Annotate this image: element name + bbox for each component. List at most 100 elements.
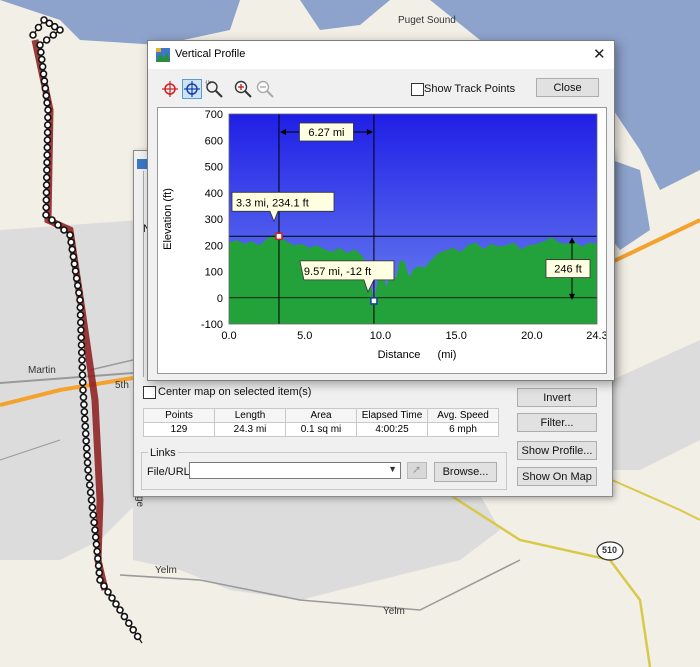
track-point[interactable] [76, 303, 85, 312]
track-point[interactable] [77, 348, 86, 357]
track-point[interactable] [76, 311, 85, 319]
track-point[interactable] [78, 363, 87, 372]
zoom-in-icon[interactable] [233, 79, 253, 99]
track-point[interactable] [90, 518, 98, 527]
track-point[interactable] [120, 612, 129, 621]
track-point[interactable] [77, 341, 86, 349]
track-point[interactable] [79, 386, 87, 394]
track-point[interactable] [37, 48, 45, 57]
track-point[interactable] [82, 444, 91, 452]
track-point[interactable] [40, 77, 49, 85]
track-point[interactable] [42, 196, 51, 204]
track-point[interactable] [43, 158, 51, 167]
track-point[interactable] [129, 625, 137, 634]
track-point[interactable] [36, 41, 44, 49]
track-point[interactable] [42, 91, 51, 100]
track-point[interactable] [42, 211, 50, 219]
track-point[interactable] [94, 554, 102, 563]
close-icon[interactable]: ✕ [593, 45, 606, 63]
track-point[interactable] [37, 55, 46, 64]
track-point[interactable] [91, 533, 100, 541]
browse-button[interactable]: Browse... [434, 462, 497, 482]
cursor-point-1[interactable] [275, 232, 283, 241]
track-point[interactable] [67, 238, 75, 247]
track-point[interactable] [73, 281, 82, 290]
track-point[interactable] [125, 619, 133, 628]
crosshair-blue-icon[interactable] [182, 79, 202, 99]
track-point[interactable] [43, 166, 51, 174]
track-point[interactable] [39, 70, 48, 78]
track-point[interactable] [69, 252, 78, 261]
track-point[interactable] [38, 62, 47, 71]
track-point[interactable] [86, 488, 95, 497]
file-url-input[interactable]: ▼ [189, 462, 401, 479]
track-point[interactable] [76, 296, 84, 304]
track-point[interactable] [34, 23, 43, 32]
track-point[interactable] [85, 481, 94, 489]
track-point[interactable] [93, 547, 101, 556]
track-point[interactable] [104, 588, 112, 596]
track-point[interactable] [41, 84, 50, 93]
track-point[interactable] [78, 356, 86, 364]
track-point[interactable] [80, 400, 88, 409]
track-point[interactable] [42, 173, 51, 182]
track-point[interactable] [89, 511, 98, 519]
track-point[interactable] [42, 188, 51, 197]
zoom-area-icon[interactable] [204, 79, 224, 99]
track-point[interactable] [44, 106, 52, 114]
track-point[interactable] [78, 378, 87, 387]
track-point[interactable] [75, 288, 83, 297]
track-point[interactable] [79, 393, 88, 402]
track-point[interactable] [76, 318, 85, 327]
track-point[interactable] [56, 26, 64, 34]
cursor-point-2[interactable] [370, 297, 378, 305]
track-point[interactable] [42, 181, 51, 189]
track-point[interactable] [95, 569, 104, 577]
track-point[interactable] [80, 408, 89, 416]
track-point[interactable] [42, 203, 50, 212]
show-profile-button[interactable]: Show Profile... [517, 441, 597, 460]
track-point[interactable] [108, 594, 116, 602]
track-point[interactable] [60, 226, 68, 234]
track-point[interactable] [83, 458, 92, 467]
track-point[interactable] [43, 121, 52, 129]
track-point[interactable] [77, 333, 86, 342]
track-point[interactable] [83, 451, 91, 460]
profile-chart-svg[interactable]: 700 600 500 400 300 200 100 0 -1000.0 5.0 10.0 15.0… [158, 108, 606, 373]
zoom-out-icon[interactable] [255, 79, 275, 99]
track-point[interactable] [78, 371, 87, 379]
invert-button[interactable]: Invert [517, 388, 597, 407]
track-point[interactable] [29, 31, 37, 39]
show-track-points-checkbox[interactable] [411, 83, 424, 96]
track-point[interactable] [85, 473, 93, 482]
track-point[interactable] [100, 582, 108, 590]
profile-chart[interactable]: 700 600 500 400 300 200 100 0 -100 0.0 5.0 10.0 15.0… [157, 107, 607, 374]
track-point[interactable] [66, 231, 74, 239]
show-on-map-button[interactable]: Show On Map [517, 467, 597, 486]
track-point[interactable] [44, 113, 52, 122]
track-point[interactable] [43, 151, 51, 159]
track-point[interactable] [54, 221, 62, 229]
track-point[interactable] [92, 540, 101, 549]
track-point[interactable] [96, 576, 104, 584]
track-point[interactable] [84, 466, 92, 474]
track-point[interactable] [81, 422, 90, 431]
track-point[interactable] [70, 260, 79, 268]
chevron-down-icon[interactable]: ▼ [388, 464, 397, 474]
track-point[interactable] [81, 429, 90, 438]
track-point[interactable] [72, 274, 81, 283]
track-point[interactable] [43, 98, 51, 107]
track-point[interactable] [42, 36, 51, 44]
track-point[interactable] [82, 437, 90, 445]
track-point[interactable] [88, 503, 97, 512]
track-point[interactable] [91, 526, 99, 534]
track-point[interactable] [94, 561, 103, 570]
title-bar[interactable]: Vertical Profile ✕ [148, 41, 614, 69]
filter-button[interactable]: Filter... [517, 413, 597, 432]
track-point[interactable] [68, 245, 77, 254]
crosshair-red-icon[interactable] [160, 79, 180, 99]
track-point[interactable] [71, 267, 80, 275]
track-point[interactable] [49, 31, 58, 39]
close-button[interactable]: Close [536, 78, 599, 97]
track-point[interactable] [133, 632, 142, 641]
